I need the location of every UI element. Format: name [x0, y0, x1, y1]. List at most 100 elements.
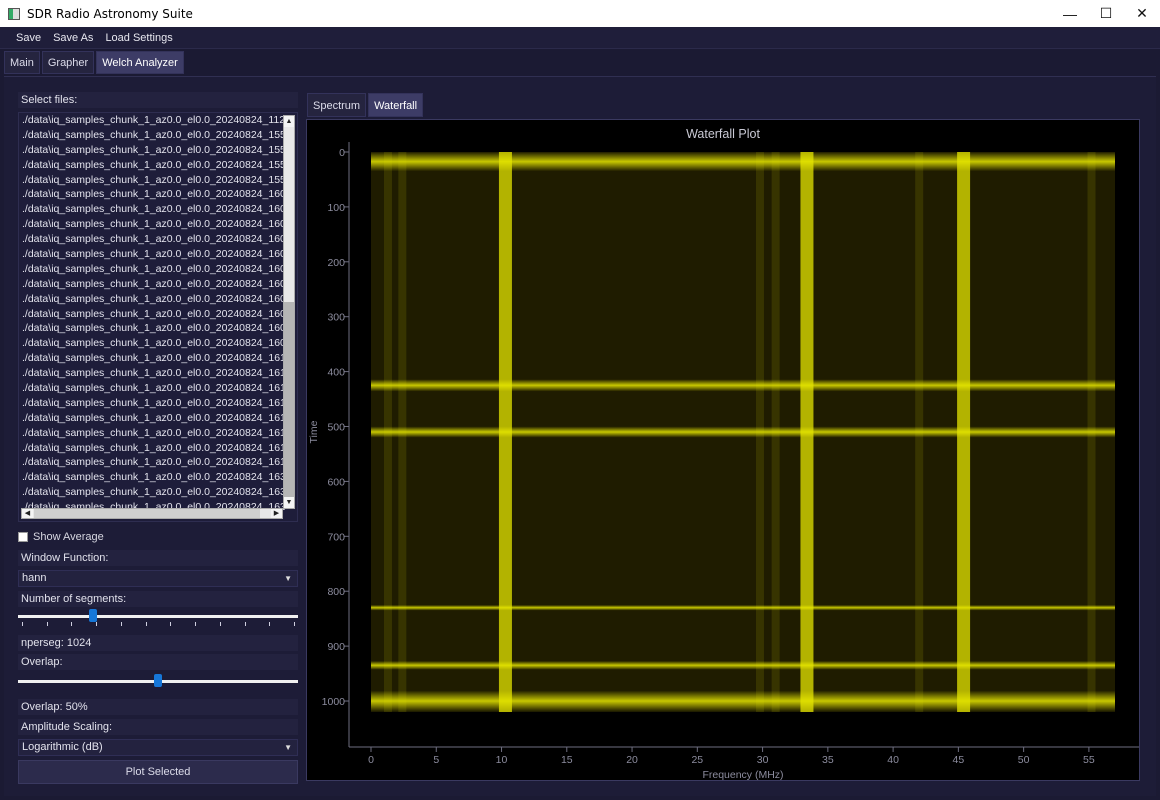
- x-tick-label: 20: [626, 754, 638, 766]
- list-item[interactable]: ./data\iq_samples_chunk_1_az0.0_el0.0_20…: [19, 247, 285, 262]
- segments-slider[interactable]: [18, 607, 298, 627]
- maximize-button[interactable]: ☐: [1088, 0, 1124, 27]
- heatmap-dim-column: [383, 152, 392, 712]
- list-item[interactable]: ./data\iq_samples_chunk_1_az0.0_el0.0_20…: [19, 485, 285, 500]
- slider-tick: [120, 622, 122, 626]
- list-item[interactable]: ./data\iq_samples_chunk_1_az0.0_el0.0_20…: [19, 158, 285, 173]
- overlap-readout: Overlap: 50%: [18, 699, 298, 715]
- heatmap-time-band: [371, 152, 1115, 172]
- overlap-label: Overlap:: [18, 654, 298, 670]
- segments-slider-handle[interactable]: [88, 609, 97, 622]
- list-item[interactable]: ./data\iq_samples_chunk_1_az0.0_el0.0_20…: [19, 307, 285, 322]
- y-tick-label: 0: [339, 147, 345, 159]
- slider-tick: [145, 622, 147, 626]
- tab-spectrum[interactable]: Spectrum: [307, 93, 367, 117]
- heatmap-dim-column: [755, 152, 764, 712]
- menu-load-settings[interactable]: Load Settings: [99, 27, 178, 49]
- show-average-checkbox[interactable]: [18, 532, 28, 542]
- list-item[interactable]: ./data\iq_samples_chunk_1_az0.0_el0.0_20…: [19, 321, 285, 336]
- file-list-horizontal-scrollbar[interactable]: ◀ ▶: [21, 508, 283, 519]
- y-tick-label: 700: [327, 531, 345, 543]
- plot-selected-button[interactable]: Plot Selected: [18, 760, 298, 784]
- list-item[interactable]: ./data\iq_samples_chunk_1_az0.0_el0.0_20…: [19, 336, 285, 351]
- scroll-up-arrow-icon[interactable]: ▲: [284, 116, 294, 127]
- amplitude-scaling-select[interactable]: Logarithmic (dB) ▼: [18, 739, 298, 756]
- list-item[interactable]: ./data\iq_samples_chunk_1_az0.0_el0.0_20…: [19, 381, 285, 396]
- file-list[interactable]: ./data\iq_samples_chunk_1_az0.0_el0.0_20…: [18, 112, 298, 522]
- show-average-row[interactable]: Show Average: [18, 530, 104, 544]
- tab-waterfall[interactable]: Waterfall: [368, 93, 424, 117]
- list-item[interactable]: ./data\iq_samples_chunk_1_az0.0_el0.0_20…: [19, 187, 285, 202]
- window-function-label: Window Function:: [18, 550, 298, 566]
- heatmap-dim-column: [915, 152, 924, 712]
- segments-slider-track: [18, 615, 298, 618]
- x-tick-label: 40: [887, 754, 899, 766]
- list-item[interactable]: ./data\iq_samples_chunk_1_az0.0_el0.0_20…: [19, 128, 285, 143]
- slider-tick: [46, 622, 48, 626]
- file-list-items: ./data\iq_samples_chunk_1_az0.0_el0.0_20…: [19, 113, 297, 515]
- list-item[interactable]: ./data\iq_samples_chunk_1_az0.0_el0.0_20…: [19, 232, 285, 247]
- plot-tab-bar: Spectrum Waterfall: [307, 93, 424, 117]
- slider-tick: [170, 622, 172, 626]
- list-item[interactable]: ./data\iq_samples_chunk_1_az0.0_el0.0_20…: [19, 262, 285, 277]
- scroll-down-arrow-icon[interactable]: ▼: [284, 497, 294, 508]
- x-tick-label: 10: [496, 754, 508, 766]
- overlap-slider-handle[interactable]: [154, 674, 162, 687]
- menu-save-as[interactable]: Save As: [47, 27, 99, 49]
- y-tick-label: 500: [327, 422, 345, 434]
- heatmap-dim-column: [1087, 152, 1096, 712]
- heatmap-time-band: [371, 604, 1115, 611]
- main-tab-bar: Main Grapher Welch Analyzer: [4, 51, 184, 75]
- y-tick-label: 900: [327, 641, 345, 653]
- file-list-vertical-scrollbar[interactable]: ▲ ▼: [283, 115, 295, 509]
- scroll-right-arrow-icon[interactable]: ▶: [271, 509, 282, 518]
- list-item[interactable]: ./data\iq_samples_chunk_1_az0.0_el0.0_20…: [19, 173, 285, 188]
- list-item[interactable]: ./data\iq_samples_chunk_1_az0.0_el0.0_20…: [19, 292, 285, 307]
- close-button[interactable]: ✕: [1124, 0, 1160, 27]
- chart-title: Waterfall Plot: [686, 127, 760, 141]
- tab-grapher[interactable]: Grapher: [41, 51, 95, 74]
- x-tick-label: 25: [691, 754, 703, 766]
- segments-label: Number of segments:: [18, 591, 298, 607]
- amplitude-scaling-label: Amplitude Scaling:: [18, 719, 298, 735]
- list-item[interactable]: ./data\iq_samples_chunk_1_az0.0_el0.0_20…: [19, 396, 285, 411]
- list-item[interactable]: ./data\iq_samples_chunk_1_az0.0_el0.0_20…: [19, 351, 285, 366]
- window-function-select[interactable]: hann ▼: [18, 570, 298, 587]
- horizontal-scroll-thumb[interactable]: [34, 509, 260, 518]
- y-tick-label: 800: [327, 586, 345, 598]
- list-item[interactable]: ./data\iq_samples_chunk_1_az0.0_el0.0_20…: [19, 143, 285, 158]
- y-tick-label: 1000: [322, 696, 346, 708]
- tab-welch-analyzer[interactable]: Welch Analyzer: [96, 51, 184, 74]
- heatmap-time-band: [371, 690, 1115, 712]
- list-item[interactable]: ./data\iq_samples_chunk_1_az0.0_el0.0_20…: [19, 113, 285, 128]
- minimize-button[interactable]: —: [1052, 0, 1088, 27]
- list-item[interactable]: ./data\iq_samples_chunk_1_az0.0_el0.0_20…: [19, 277, 285, 292]
- list-item[interactable]: ./data\iq_samples_chunk_1_az0.0_el0.0_20…: [19, 441, 285, 456]
- heatmap-time-band: [371, 379, 1115, 392]
- slider-tick: [71, 622, 73, 626]
- list-item[interactable]: ./data\iq_samples_chunk_1_az0.0_el0.0_20…: [19, 202, 285, 217]
- scroll-left-arrow-icon[interactable]: ◀: [22, 509, 33, 518]
- x-tick-label: 15: [561, 754, 573, 766]
- tab-main[interactable]: Main: [4, 51, 40, 74]
- nperseg-readout: nperseg: 1024: [18, 635, 298, 651]
- show-average-label: Show Average: [33, 531, 104, 543]
- list-item[interactable]: ./data\iq_samples_chunk_1_az0.0_el0.0_20…: [19, 366, 285, 381]
- list-item[interactable]: ./data\iq_samples_chunk_1_az0.0_el0.0_20…: [19, 217, 285, 232]
- window-controls: — ☐ ✕: [1052, 0, 1160, 27]
- heatmap-dim-column: [771, 152, 780, 712]
- list-item[interactable]: ./data\iq_samples_chunk_1_az0.0_el0.0_20…: [19, 455, 285, 470]
- list-item[interactable]: ./data\iq_samples_chunk_1_az0.0_el0.0_20…: [19, 470, 285, 485]
- overlap-slider[interactable]: [18, 672, 298, 692]
- dropdown-arrow-icon: ▼: [284, 574, 292, 583]
- list-item[interactable]: ./data\iq_samples_chunk_1_az0.0_el0.0_20…: [19, 411, 285, 426]
- slider-tick: [22, 622, 23, 626]
- vertical-scroll-thumb[interactable]: [284, 302, 294, 498]
- menu-save[interactable]: Save: [10, 27, 47, 49]
- y-tick-label: 100: [327, 202, 345, 214]
- list-item[interactable]: ./data\iq_samples_chunk_1_az0.0_el0.0_20…: [19, 426, 285, 441]
- x-tick-label: 0: [368, 754, 374, 766]
- heatmap-bright-column: [957, 152, 971, 712]
- y-axis-label: Time: [308, 420, 320, 443]
- waterfall-chart: Waterfall Plot 0 5 10 15 20 25 30 35 40 45 50 55 0 10…: [308, 127, 1139, 780]
